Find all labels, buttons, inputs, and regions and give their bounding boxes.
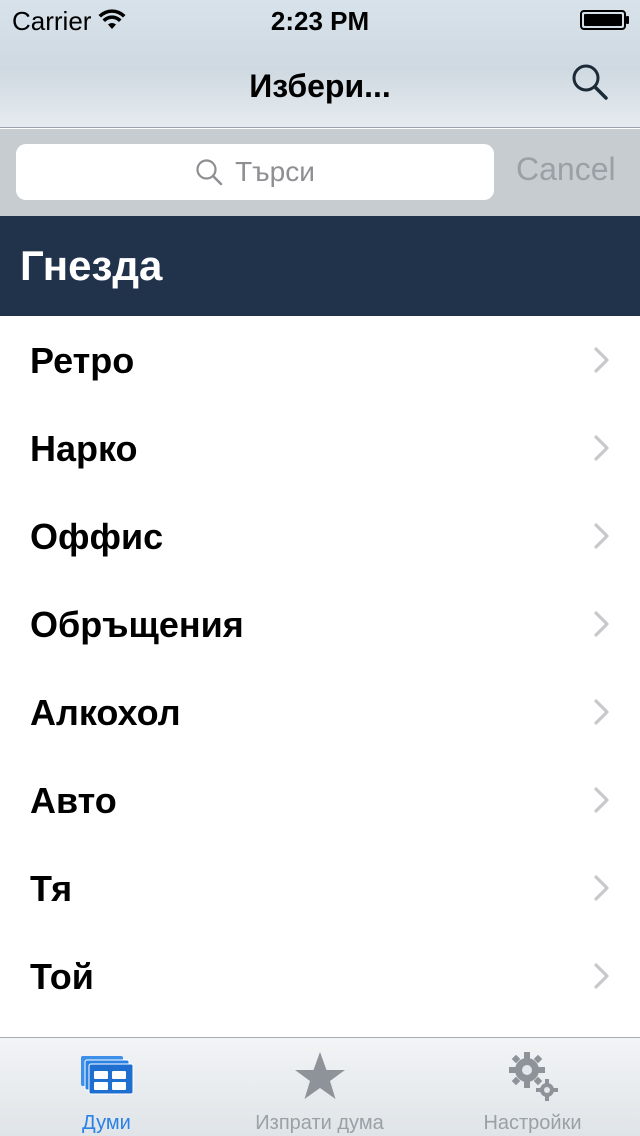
list-item-label: Обръщения [30,604,244,645]
tab-send-word[interactable]: Изпрати дума [213,1038,426,1136]
tab-label: Думи [82,1112,131,1134]
list-item-label: Ретро [30,340,135,381]
list-item-obrashtenia[interactable]: Обръщения [0,580,640,668]
status-bar: Carrier 2:23 PM [0,0,640,40]
list-item-label: Алкохол [30,692,181,733]
cancel-button[interactable]: Cancel [516,151,616,188]
list-item-label: Тя [30,868,73,909]
gears-icon [508,1052,558,1101]
screen: Carrier 2:23 PM Избери... Търси Cancel Г… [0,0,640,1136]
list-item-avto[interactable]: Авто [0,756,640,844]
section-header: Гнезда [0,216,640,316]
list-item-label: Оффис [30,516,164,557]
list-item-retro[interactable]: Ретро [0,316,640,404]
search-input-content: Търси [16,144,494,200]
tab-words[interactable]: Думи [0,1038,213,1136]
chevron-right-icon [594,963,609,989]
chevron-right-icon [594,611,609,637]
magnifier-icon [196,159,223,186]
top-bar: Carrier 2:23 PM Избери... [0,0,640,128]
chevron-right-icon [594,875,609,901]
chevron-right-icon [594,435,609,461]
search-bar: Търси Cancel [0,129,640,216]
category-list: Ретро Нарко Оффис Обръщения Алкохол Авто… [0,316,640,1020]
search-placeholder: Търси [235,156,315,187]
tab-label: Настройки [483,1112,582,1134]
words-icon [80,1056,133,1095]
tab-settings[interactable]: Настройки [426,1038,639,1136]
chevron-right-icon [594,787,609,813]
list-item-tya[interactable]: Тя [0,844,640,932]
tab-label: Изпрати дума [255,1112,384,1134]
star-icon [294,1052,345,1099]
list-item-alkohol[interactable]: Алкохол [0,668,640,756]
chevron-right-icon [594,523,609,549]
status-time: 2:23 PM [270,6,370,36]
tab-bar: Думи Изпрати дума Настройки [0,1037,640,1136]
list-item-label: Той [30,956,94,997]
battery-icon [580,10,629,30]
section-title: Гнезда [20,242,163,289]
list-item-offis[interactable]: Оффис [0,492,640,580]
chevron-right-icon [594,699,609,725]
list-item-toy[interactable]: Той [0,932,640,1020]
list-item-narko[interactable]: Нарко [0,404,640,492]
chevron-right-icon [594,347,609,373]
search-icon[interactable] [570,62,610,102]
page-title: Избери... [249,68,391,104]
list-item-label: Нарко [30,428,138,469]
search-input[interactable]: Търси [16,144,494,200]
list-item-label: Авто [30,780,117,821]
